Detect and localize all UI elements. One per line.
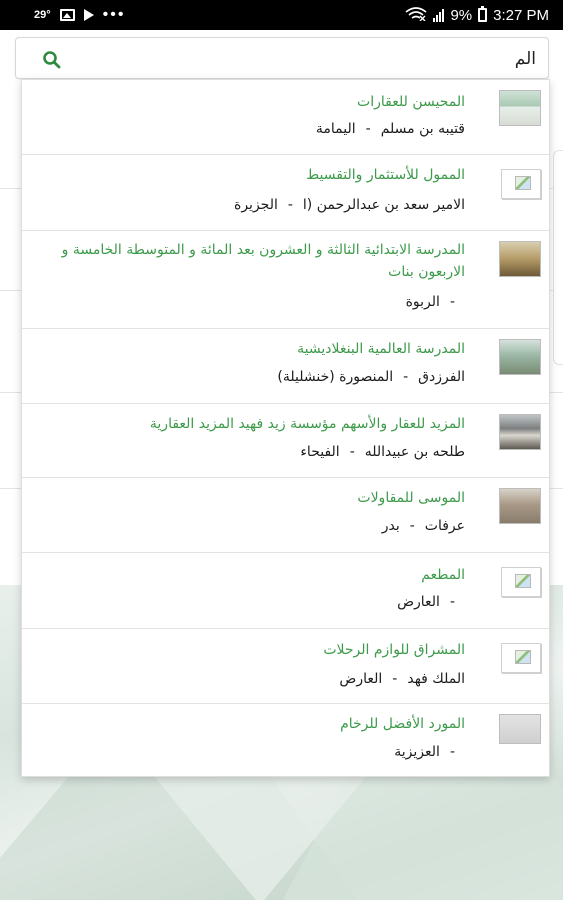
separator: - <box>449 594 455 610</box>
search-results-dropdown: المحيسن للعقارات قتيبه بن مسلم-اليمامة ا… <box>21 79 550 777</box>
result-address: -العزيزية <box>394 744 465 760</box>
status-left: 29° ••• <box>34 6 126 23</box>
result-title: الممول للأستثمار والتقسيط <box>306 167 465 183</box>
play-icon <box>83 9 94 21</box>
result-address: -العارض <box>397 594 465 610</box>
broken-image-icon <box>501 567 541 597</box>
result-item[interactable]: الممول للأستثمار والتقسيط الامير سعد بن … <box>22 155 549 231</box>
result-item[interactable]: المورد الأفضل للرخام -العزيزية <box>22 704 549 776</box>
gallery-icon <box>59 9 75 21</box>
signal-icon <box>433 8 445 22</box>
result-item[interactable]: المطعم -العارض <box>22 553 549 629</box>
separator: - <box>449 294 455 310</box>
result-item[interactable]: المزيد للعقار والأسهم مؤسسة زيد فهيد الم… <box>22 404 549 478</box>
result-thumbnail <box>499 414 541 450</box>
broken-image-icon <box>501 169 541 199</box>
result-title: المطعم <box>421 567 465 583</box>
result-item[interactable]: المشراق للوازم الرحلات الملك فهد-العارض <box>22 629 549 704</box>
separator: - <box>287 197 293 213</box>
result-title: المدرسة العالمية البنغلاديشية <box>297 341 465 357</box>
result-title: المزيد للعقار والأسهم مؤسسة زيد فهيد الم… <box>149 416 465 432</box>
clock-time: 3:27 PM <box>493 6 549 24</box>
separator: - <box>349 444 355 460</box>
result-thumbnail <box>499 488 541 524</box>
temperature-text: 29° <box>34 9 51 21</box>
search-input[interactable] <box>96 44 536 74</box>
result-street: عرفات <box>424 518 465 534</box>
status-right: 9% 3:27 PM <box>405 6 549 24</box>
broken-image-icon <box>501 643 541 673</box>
result-address: قتيبه بن مسلم-اليمامة <box>316 121 465 137</box>
search-icon[interactable] <box>42 50 62 70</box>
result-street: طلحه بن عبيدالله <box>364 444 465 460</box>
result-title: المورد الأفضل للرخام <box>340 716 465 732</box>
result-thumbnail <box>499 714 541 744</box>
result-title: الموسى للمقاولات <box>357 490 465 506</box>
result-district: بدر <box>381 518 400 534</box>
result-address: طلحه بن عبيدالله-الفيحاء <box>300 444 465 460</box>
battery-percent: 9% <box>450 6 473 24</box>
result-district: العارض <box>339 671 383 687</box>
result-title: المدرسة الابتدائية الثالثة و العشرون بعد… <box>61 242 465 280</box>
separator: - <box>365 121 371 137</box>
result-item[interactable]: المدرسة العالمية البنغلاديشية الفرزدق-ال… <box>22 329 549 404</box>
separator: - <box>392 671 398 687</box>
result-district: اليمامة <box>315 121 356 137</box>
more-notifications-icon: ••• <box>102 6 126 23</box>
result-address: عرفات-بدر <box>382 518 465 534</box>
separator: - <box>449 744 455 760</box>
background-card <box>553 150 563 365</box>
wifi-icon <box>405 6 427 24</box>
search-bar[interactable] <box>15 37 549 79</box>
battery-icon <box>478 6 488 22</box>
result-thumbnail <box>499 90 541 126</box>
result-district: الربوة <box>405 294 440 310</box>
result-district: الفيحاء <box>300 444 340 460</box>
result-item[interactable]: الموسى للمقاولات عرفات-بدر <box>22 478 549 553</box>
result-district: المنصورة (خنشليلة) <box>277 369 394 385</box>
result-street: الفرزدق <box>418 369 465 385</box>
status-bar: 29° ••• 9% 3:27 PM <box>0 0 563 30</box>
separator: - <box>403 369 409 385</box>
result-address: الامير سعد بن عبدالرحمن (ا-الجزيرة <box>234 197 465 213</box>
result-address: الملك فهد-العارض <box>339 671 465 687</box>
result-district: العارض <box>397 594 440 610</box>
result-item[interactable]: المحيسن للعقارات قتيبه بن مسلم-اليمامة <box>22 80 549 155</box>
result-title: المشراق للوازم الرحلات <box>323 642 465 658</box>
result-district: الجزيرة <box>233 197 278 213</box>
result-address: الفرزدق-المنصورة (خنشليلة) <box>277 369 465 385</box>
result-street: قتيبه بن مسلم <box>380 121 465 137</box>
result-district: العزيزية <box>394 744 440 760</box>
result-item[interactable]: المدرسة الابتدائية الثالثة و العشرون بعد… <box>22 231 549 329</box>
result-thumbnail <box>499 241 541 277</box>
result-title: المحيسن للعقارات <box>357 94 465 110</box>
result-address: -الربوة <box>406 294 465 310</box>
result-thumbnail <box>499 339 541 375</box>
result-street: الامير سعد بن عبدالرحمن (ا <box>302 197 465 213</box>
separator: - <box>409 518 415 534</box>
result-street: الملك فهد <box>407 671 465 687</box>
